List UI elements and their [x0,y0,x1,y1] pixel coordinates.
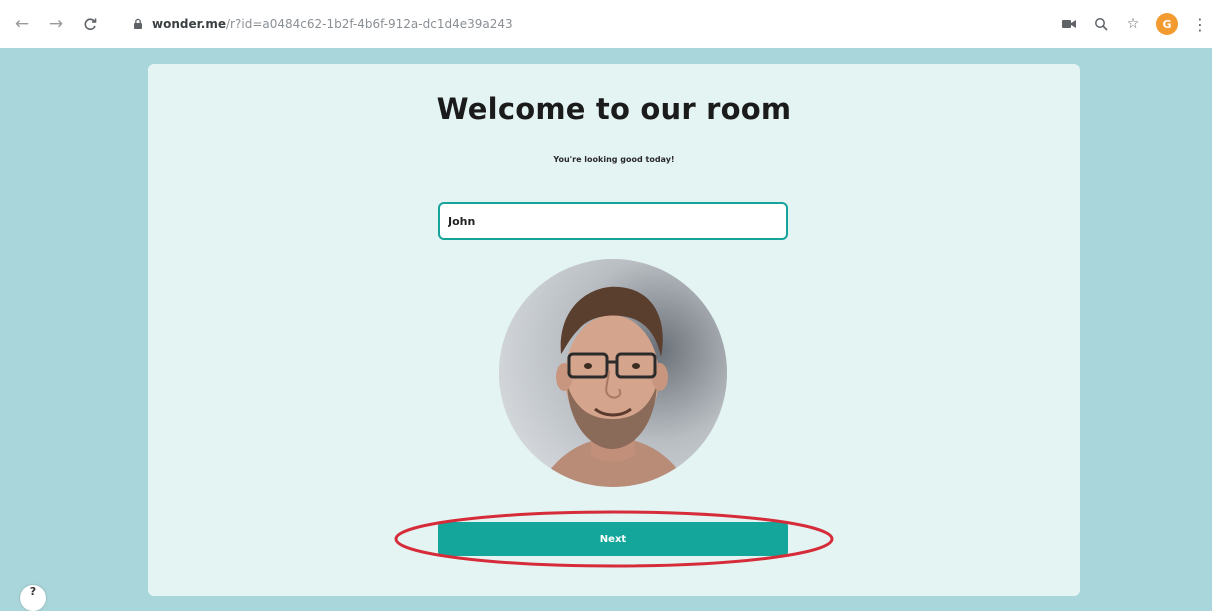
page-subtitle: You're looking good today! [553,155,675,164]
url-path: /r?id=a0484c62-1b2f-4b6f-912a-dc1d4e39a2… [226,17,513,31]
reload-icon[interactable] [78,12,102,36]
camera-icon[interactable] [1060,15,1078,33]
avatar-photo [499,259,727,487]
star-icon[interactable]: ☆ [1124,15,1142,33]
page-title: Welcome to our room [436,92,792,126]
next-button[interactable]: Next [438,522,788,556]
lock-icon [134,18,142,29]
browser-toolbar: ← → wonder.me/r?id=a0484c62-1b2f-4b6f-91… [0,0,1212,48]
back-icon[interactable]: ← [10,12,34,36]
zoom-icon[interactable] [1092,15,1110,33]
menu-icon[interactable]: ⋮ [1192,15,1208,34]
url-host: wonder.me [152,17,227,31]
help-icon[interactable]: ? [20,585,46,611]
address-bar[interactable]: wonder.me/r?id=a0484c62-1b2f-4b6f-912a-d… [124,7,1040,41]
welcome-card: Welcome to our room You're looking good … [148,64,1080,596]
forward-icon[interactable]: → [44,12,68,36]
name-input[interactable] [438,202,788,240]
profile-avatar[interactable]: G [1156,13,1178,35]
